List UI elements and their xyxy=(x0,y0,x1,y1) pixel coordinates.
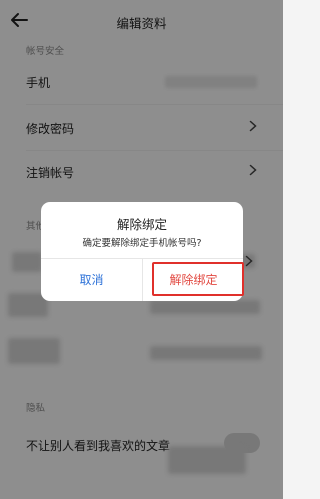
highlight-annotation xyxy=(152,262,244,296)
dialog-message: 确定要解除绑定手机帐号吗? xyxy=(82,238,202,249)
cancel-button[interactable]: 取消 xyxy=(41,259,142,301)
edit-profile-page: 编辑资料 帐号安全 手机 修改密码 注销帐号 其他 隐私 不让别人看到我喜欢的文… xyxy=(0,0,283,499)
dialog-title: 解除绑定 xyxy=(116,217,167,232)
